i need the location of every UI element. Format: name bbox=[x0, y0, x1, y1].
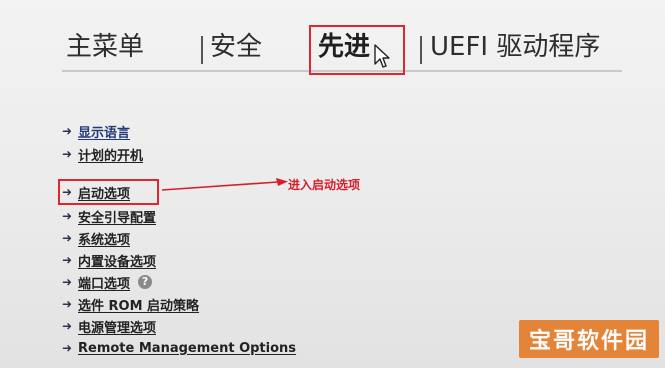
tab-uefi-drivers[interactable]: UEFI 驱动程序 bbox=[430, 32, 600, 62]
arrow-right-icon: ➜ bbox=[62, 319, 73, 333]
option-display-language[interactable]: ➜ 显示语言 bbox=[62, 122, 130, 141]
option-remote-management[interactable]: ➜ Remote Management Options bbox=[62, 339, 296, 357]
option-rom-launch-policy[interactable]: ➜ 选件 ROM 启动策略 bbox=[62, 295, 199, 314]
watermark-logo: 宝哥软件园 bbox=[519, 320, 659, 358]
tab-security[interactable]: 安全 bbox=[210, 32, 262, 62]
option-built-in-devices[interactable]: ➜ 内置设备选项 bbox=[62, 251, 156, 270]
bios-screen: 主菜单 安全 先进 UEFI 驱动程序 ➜ 显示语言 ➜ 计划的开机 ➜ 启动选… bbox=[0, 0, 665, 368]
tab-main-menu[interactable]: 主菜单 bbox=[66, 32, 144, 62]
mouse-cursor-icon bbox=[374, 44, 390, 68]
arrow-right-icon: ➜ bbox=[62, 124, 73, 138]
option-power-management[interactable]: ➜ 电源管理选项 bbox=[62, 317, 156, 336]
tab-separator bbox=[420, 36, 422, 64]
annotation-arrow-icon bbox=[161, 178, 288, 191]
arrow-right-icon: ➜ bbox=[62, 253, 73, 267]
arrow-right-icon: ➜ bbox=[62, 209, 73, 223]
arrow-right-icon: ➜ bbox=[62, 297, 73, 311]
arrow-right-icon: ➜ bbox=[62, 275, 73, 289]
help-icon[interactable]: ? bbox=[138, 275, 153, 289]
arrow-right-icon: ➜ bbox=[62, 147, 73, 161]
option-system-options[interactable]: ➜ 系统选项 bbox=[62, 229, 130, 248]
annotation-text: 进入启动选项 bbox=[288, 178, 361, 192]
option-secure-boot-config[interactable]: ➜ 安全引导配置 bbox=[62, 207, 156, 226]
tab-separator bbox=[201, 36, 203, 64]
option-port-options[interactable]: ➜ 端口选项 ? bbox=[62, 273, 153, 292]
arrow-right-icon: ➜ bbox=[62, 231, 73, 245]
option-scheduled-power-on[interactable]: ➜ 计划的开机 bbox=[62, 145, 143, 164]
boot-option-highlight-box bbox=[58, 179, 159, 205]
arrow-right-icon: ➜ bbox=[62, 341, 73, 355]
